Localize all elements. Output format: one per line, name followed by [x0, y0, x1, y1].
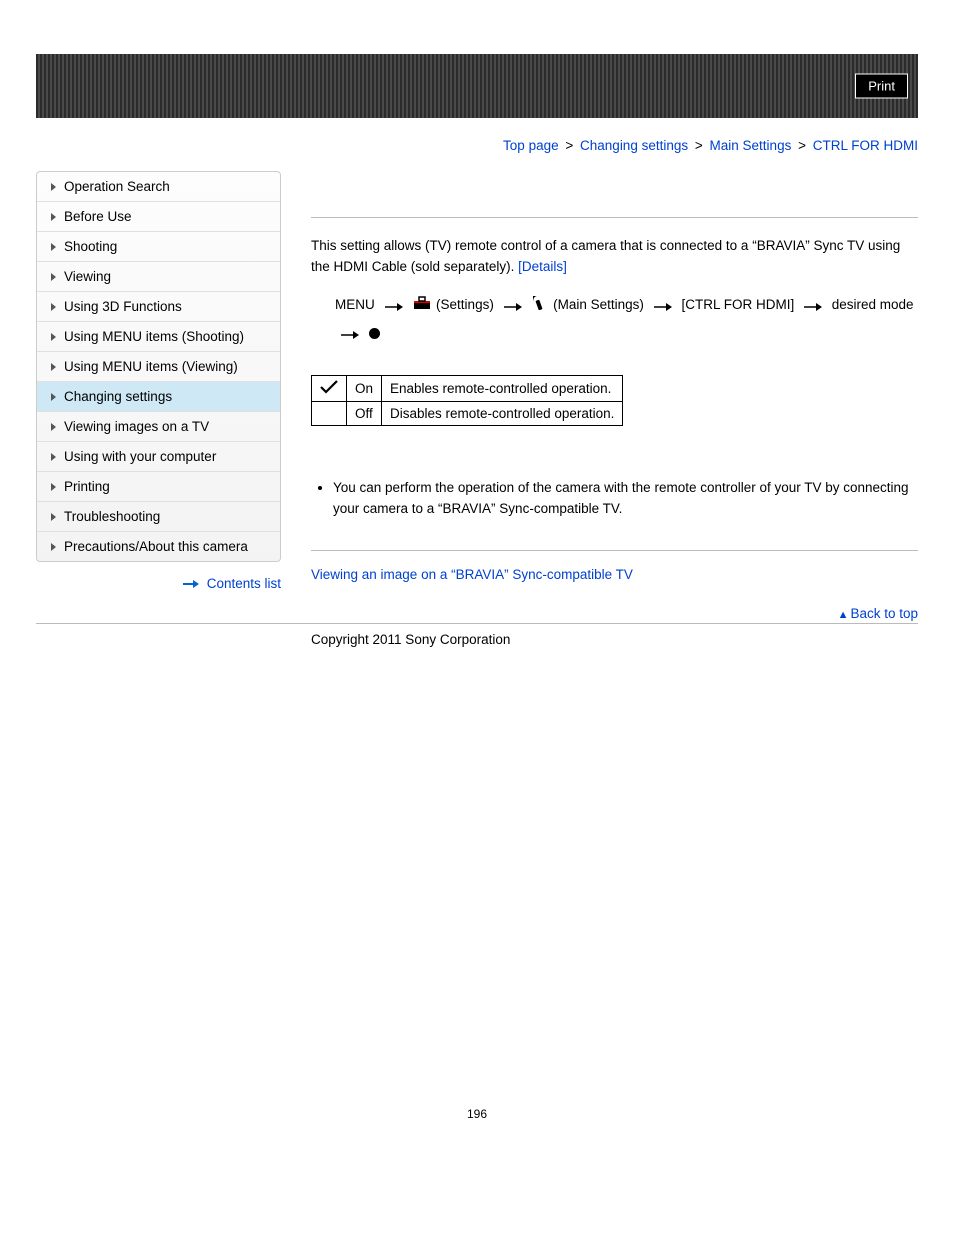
sidebar-item-label: Shooting — [64, 239, 117, 254]
caret-right-icon — [51, 393, 56, 401]
caret-right-icon — [51, 363, 56, 371]
breadcrumb-sep: > — [695, 138, 703, 153]
intro-text: This setting allows (TV) remote control … — [311, 238, 900, 274]
sidebar-item-label: Printing — [64, 479, 110, 494]
table-row: OnEnables remote-controlled operation. — [312, 376, 623, 402]
option-desc-cell: Enables remote-controlled operation. — [382, 376, 623, 402]
notes-list: You can perform the operation of the cam… — [315, 478, 918, 520]
sidebar-item-operation-search[interactable]: Operation Search — [37, 172, 280, 202]
caret-right-icon — [51, 333, 56, 341]
breadcrumb-link-main-settings[interactable]: Main Settings — [710, 138, 792, 153]
arrow-right-icon — [183, 576, 203, 591]
caret-right-icon — [51, 183, 56, 191]
breadcrumb-link-top[interactable]: Top page — [503, 138, 559, 153]
sidebar-item-label: Viewing images on a TV — [64, 419, 209, 434]
page-number: 196 — [36, 1107, 918, 1121]
caret-right-icon — [51, 213, 56, 221]
sidebar-item-label: Before Use — [64, 209, 132, 224]
divider — [36, 623, 918, 624]
sidebar-item-changing-settings[interactable]: Changing settings — [37, 382, 280, 412]
sidebar-item-label: Using MENU items (Shooting) — [64, 329, 244, 344]
settings-label: (Settings) — [436, 297, 494, 312]
sidebar-item-troubleshooting[interactable]: Troubleshooting — [37, 502, 280, 532]
sidebar-item-label: Viewing — [64, 269, 111, 284]
sidebar-item-using-menu-items-viewing[interactable]: Using MENU items (Viewing) — [37, 352, 280, 382]
caret-right-icon — [51, 273, 56, 281]
breadcrumb-link-changing-settings[interactable]: Changing settings — [580, 138, 688, 153]
sidebar-item-shooting[interactable]: Shooting — [37, 232, 280, 262]
breadcrumb-sep: > — [798, 138, 806, 153]
sidebar-item-viewing[interactable]: Viewing — [37, 262, 280, 292]
breadcrumb: Top page > Changing settings > Main Sett… — [36, 138, 918, 153]
sidebar-item-label: Using with your computer — [64, 449, 216, 464]
caret-right-icon — [51, 423, 56, 431]
main-settings-label: (Main Settings) — [553, 297, 644, 312]
print-button[interactable]: Print — [855, 74, 908, 99]
arrow-right-icon — [385, 292, 403, 319]
main-content: This setting allows (TV) remote control … — [311, 171, 918, 621]
sidebar-item-precautions-about-this-camera[interactable]: Precautions/About this camera — [37, 532, 280, 561]
sidebar-item-label: Using 3D Functions — [64, 299, 182, 314]
copyright-text: Copyright 2011 Sony Corporation — [311, 630, 510, 647]
sidebar-item-using-with-your-computer[interactable]: Using with your computer — [37, 442, 280, 472]
desired-mode-label: desired mode — [832, 297, 914, 312]
related-link[interactable]: Viewing an image on a “BRAVIA” Sync-comp… — [311, 567, 633, 582]
sidebar-item-label: Operation Search — [64, 179, 170, 194]
breadcrumb-current: CTRL FOR HDMI — [813, 138, 918, 153]
arrow-right-icon — [654, 292, 672, 319]
center-button-icon — [369, 328, 380, 339]
contents-list-link-row: Contents list — [36, 576, 281, 591]
caret-right-icon — [51, 483, 56, 491]
menu-label: MENU — [335, 297, 375, 312]
caret-right-icon — [51, 243, 56, 251]
sidebar-item-label: Troubleshooting — [64, 509, 160, 524]
ctrl-for-hdmi-label: [CTRL FOR HDMI] — [681, 297, 794, 312]
checkmark-icon — [320, 380, 338, 394]
divider — [311, 550, 918, 551]
option-desc-cell: Disables remote-controlled operation. — [382, 402, 623, 426]
sidebar-item-label: Using MENU items (Viewing) — [64, 359, 238, 374]
sidebar-item-using-menu-items-shooting[interactable]: Using MENU items (Shooting) — [37, 322, 280, 352]
sidebar-item-using-3d-functions[interactable]: Using 3D Functions — [37, 292, 280, 322]
back-to-top-row: ▲Back to top — [311, 606, 918, 621]
table-row: OffDisables remote-controlled operation. — [312, 402, 623, 426]
check-cell — [312, 402, 347, 426]
note-item: You can perform the operation of the cam… — [333, 478, 918, 520]
contents-list-link[interactable]: Contents list — [207, 576, 281, 591]
option-name-cell: On — [347, 376, 382, 402]
menu-path: MENU (Settings) (Main Settings) [CTRL FO… — [335, 291, 918, 347]
header-banner: Print — [36, 54, 918, 118]
caret-right-icon — [51, 453, 56, 461]
check-cell — [312, 376, 347, 402]
option-name-cell: Off — [347, 402, 382, 426]
settings-toolbox-icon — [413, 292, 431, 319]
breadcrumb-sep: > — [565, 138, 573, 153]
back-to-top-link[interactable]: Back to top — [850, 606, 918, 621]
sidebar-item-before-use[interactable]: Before Use — [37, 202, 280, 232]
sidebar-item-viewing-images-on-a-tv[interactable]: Viewing images on a TV — [37, 412, 280, 442]
sidebar-item-label: Precautions/About this camera — [64, 539, 248, 554]
caret-right-icon — [51, 513, 56, 521]
sidebar-nav: Operation Search Before Use Shooting Viewin… — [36, 171, 281, 562]
caret-right-icon — [51, 303, 56, 311]
caret-right-icon — [51, 543, 56, 551]
main-settings-wrench-icon — [532, 292, 548, 319]
sidebar-item-label: Changing settings — [64, 389, 172, 404]
intro-paragraph: This setting allows (TV) remote control … — [311, 236, 918, 278]
options-table: OnEnables remote-controlled operation.Of… — [311, 375, 623, 426]
related-topic: Viewing an image on a “BRAVIA” Sync-comp… — [311, 567, 918, 582]
arrow-right-icon — [804, 292, 822, 319]
details-link[interactable]: [Details] — [518, 259, 567, 274]
triangle-up-icon: ▲ — [838, 609, 849, 621]
arrow-right-icon — [504, 292, 522, 319]
arrow-right-icon — [341, 320, 359, 347]
divider — [311, 217, 918, 218]
sidebar-item-printing[interactable]: Printing — [37, 472, 280, 502]
